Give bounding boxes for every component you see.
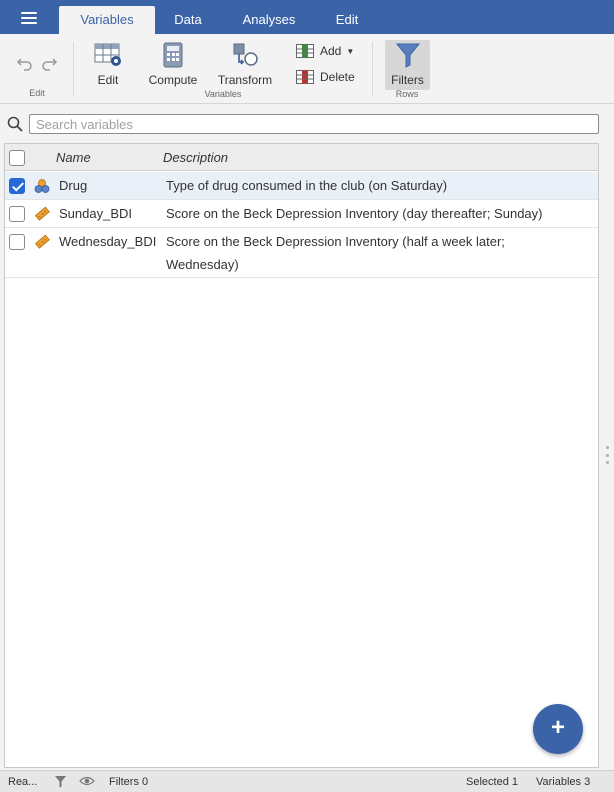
status-variables: Variables 3 — [536, 776, 591, 788]
status-ready: Rea... — [8, 776, 38, 788]
compute-label: Compute — [148, 73, 198, 87]
table-row[interactable]: Drug Type of drug consumed in the club (… — [5, 172, 598, 200]
transform-icon — [233, 43, 258, 66]
search-bar — [0, 110, 614, 138]
tab-variables[interactable]: Variables — [59, 6, 155, 34]
dropdown-caret-icon: ▼ — [346, 46, 355, 56]
search-icon — [7, 116, 23, 132]
top-tab-bar: Variables Data Analyses Edit — [0, 0, 614, 34]
row-checkbox[interactable] — [9, 234, 25, 250]
variables-table: Name Description Drug Type of drug consu… — [4, 143, 599, 768]
add-label: Add — [320, 44, 342, 58]
filter-icon — [395, 43, 420, 68]
variable-description: Score on the Beck Depression Inventory (… — [166, 206, 543, 221]
delete-variable-icon — [296, 70, 314, 84]
table-row[interactable]: Wednesday_BDI Score on the Beck Depressi… — [5, 228, 598, 278]
edit-group-label: Edit — [29, 88, 45, 98]
menu-icon[interactable] — [12, 7, 46, 29]
status-filters: Filters 0 — [109, 776, 149, 788]
table-row[interactable]: Sunday_BDI Score on the Beck Depression … — [5, 200, 598, 228]
filter-status-icon[interactable] — [54, 775, 67, 788]
variable-description: Score on the Beck Depression Inventory (… — [166, 234, 505, 272]
tab-edit[interactable]: Edit — [322, 6, 372, 34]
divider — [372, 42, 373, 96]
variable-name: Drug — [59, 178, 88, 193]
undo-icon — [16, 58, 32, 71]
add-variable-fab[interactable]: + — [533, 704, 583, 754]
column-header-name[interactable]: Name — [56, 150, 91, 165]
eye-icon[interactable] — [79, 775, 95, 787]
status-bar: Rea... Filters 0 Selected 1 Variables 3 — [0, 770, 614, 792]
add-button[interactable]: Add ▼ — [296, 44, 354, 58]
status-selected: Selected 1 — [466, 776, 518, 788]
add-variable-icon — [296, 44, 314, 58]
calculator-icon — [163, 42, 183, 68]
transform-label: Transform — [217, 73, 273, 87]
edit-button[interactable]: Edit — [90, 42, 126, 87]
variable-name: Wednesday_BDI — [59, 234, 157, 249]
tab-data[interactable]: Data — [160, 6, 216, 34]
ribbon-toolbar: Edit Edit Compute Transform Add ▼ Delete… — [0, 34, 614, 104]
nominal-icon — [34, 179, 50, 193]
redo-icon — [42, 58, 58, 71]
edit-variable-icon — [94, 43, 121, 66]
delete-label: Delete — [320, 70, 355, 84]
compute-button[interactable]: Compute — [145, 42, 201, 87]
row-checkbox[interactable] — [9, 178, 25, 194]
transform-button[interactable]: Transform — [214, 42, 276, 87]
delete-button[interactable]: Delete — [296, 70, 355, 84]
continuous-icon — [34, 234, 50, 249]
search-input[interactable] — [29, 114, 599, 134]
redo-button[interactable] — [40, 54, 58, 72]
filters-button[interactable]: Filters — [385, 42, 430, 87]
panel-resize-handle[interactable] — [604, 446, 610, 464]
variables-group-label: Variables — [204, 89, 242, 99]
select-all-checkbox[interactable] — [9, 150, 25, 166]
undo-button[interactable] — [16, 54, 34, 72]
rows-group-label: Rows — [395, 89, 419, 99]
row-checkbox[interactable] — [9, 206, 25, 222]
edit-label: Edit — [97, 73, 119, 87]
column-header-description[interactable]: Description — [163, 150, 228, 165]
table-header: Name Description — [5, 144, 598, 171]
tab-analyses[interactable]: Analyses — [228, 6, 310, 34]
divider — [73, 42, 74, 96]
filters-label: Filters — [391, 73, 424, 87]
continuous-icon — [34, 206, 50, 221]
variable-description: Type of drug consumed in the club (on Sa… — [166, 178, 448, 193]
variable-name: Sunday_BDI — [59, 206, 132, 221]
